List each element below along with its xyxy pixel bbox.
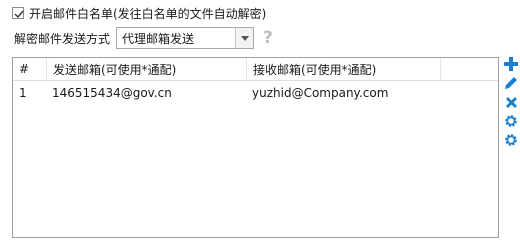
gear-icon[interactable] — [503, 132, 519, 148]
chevron-down-icon — [240, 35, 249, 41]
column-header-index[interactable]: # — [13, 58, 46, 80]
gear-icon[interactable] — [503, 113, 519, 129]
column-header-filler — [440, 58, 498, 80]
cell-receiver: yuzhid@Company.com — [252, 85, 389, 100]
edit-icon[interactable] — [503, 75, 519, 91]
table-toolbar — [503, 56, 519, 151]
cell-sender: 146515434@gov.cn — [52, 85, 172, 100]
send-method-label: 解密邮件发送方式 — [14, 31, 111, 46]
table-header: # 发送邮箱(可使用*通配) 接收邮箱(可使用*通配) — [13, 58, 498, 81]
send-method-row: 解密邮件发送方式 代理邮箱发送 ? — [14, 27, 273, 49]
send-method-select[interactable]: 代理邮箱发送 — [116, 27, 255, 49]
delete-icon[interactable] — [503, 94, 519, 110]
column-header-sender[interactable]: 发送邮箱(可使用*通配) — [46, 58, 246, 80]
checkmark-icon — [14, 10, 24, 19]
help-icon[interactable]: ? — [263, 28, 273, 48]
cell-index: 1 — [19, 85, 27, 100]
whitelist-label: 开启邮件白名单(发往白名单的文件自动解密) — [29, 6, 267, 21]
send-method-value: 代理邮箱发送 — [122, 31, 195, 46]
column-header-receiver[interactable]: 接收邮箱(可使用*通配) — [246, 58, 440, 80]
dropdown-button[interactable] — [235, 28, 254, 48]
table-row[interactable]: 1 146515434@gov.cn yuzhid@Company.com — [13, 81, 498, 104]
whitelist-checkbox[interactable] — [12, 7, 24, 19]
add-icon[interactable] — [503, 56, 519, 72]
whitelist-option[interactable]: 开启邮件白名单(发往白名单的文件自动解密) — [12, 4, 266, 22]
whitelist-table: # 发送邮箱(可使用*通配) 接收邮箱(可使用*通配) 1 146515434@… — [12, 57, 499, 238]
